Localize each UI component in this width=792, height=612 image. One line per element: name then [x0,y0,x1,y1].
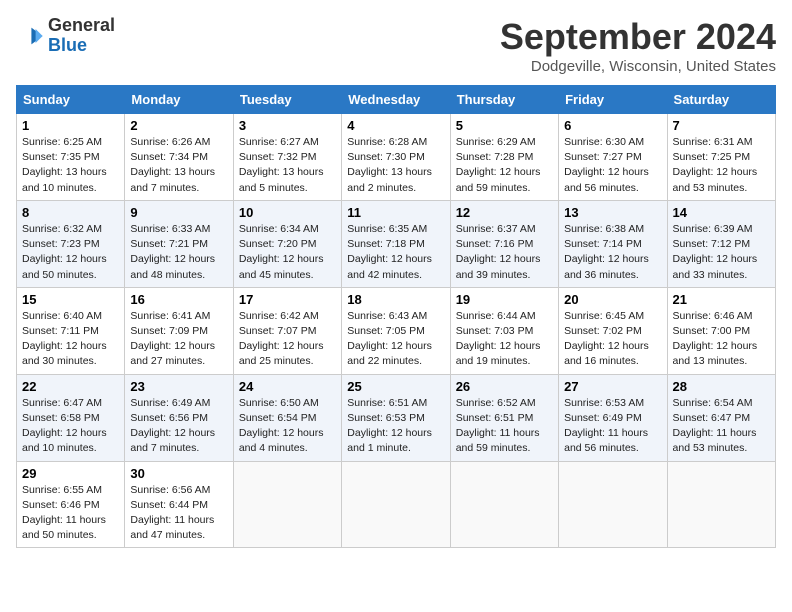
day-cell-29: 29 Sunrise: 6:55 AMSunset: 6:46 PMDaylig… [17,461,125,548]
day-cell-13: 13 Sunrise: 6:38 AMSunset: 7:14 PMDaylig… [559,200,667,287]
week-row-4: 22 Sunrise: 6:47 AMSunset: 6:58 PMDaylig… [17,374,776,461]
week-row-5: 29 Sunrise: 6:55 AMSunset: 6:46 PMDaylig… [17,461,776,548]
title-area: September 2024 Dodgeville, Wisconsin, Un… [500,16,776,75]
logo-icon [16,22,44,50]
day-cell-15: 15 Sunrise: 6:40 AMSunset: 7:11 PMDaylig… [17,287,125,374]
day-cell-24: 24 Sunrise: 6:50 AMSunset: 6:54 PMDaylig… [233,374,341,461]
day-cell-30: 30 Sunrise: 6:56 AMSunset: 6:44 PMDaylig… [125,461,233,548]
week-row-3: 15 Sunrise: 6:40 AMSunset: 7:11 PMDaylig… [17,287,776,374]
day-cell-27: 27 Sunrise: 6:53 AMSunset: 6:49 PMDaylig… [559,374,667,461]
logo-blue-text: Blue [48,36,115,56]
day-cell-17: 17 Sunrise: 6:42 AMSunset: 7:07 PMDaylig… [233,287,341,374]
day-cell-21: 21 Sunrise: 6:46 AMSunset: 7:00 PMDaylig… [667,287,775,374]
day-cell-6: 6 Sunrise: 6:30 AMSunset: 7:27 PMDayligh… [559,114,667,201]
header-tuesday: Tuesday [233,86,341,114]
header-thursday: Thursday [450,86,558,114]
day-cell-20: 20 Sunrise: 6:45 AMSunset: 7:02 PMDaylig… [559,287,667,374]
day-cell-2: 2 Sunrise: 6:26 AMSunset: 7:34 PMDayligh… [125,114,233,201]
empty-cell-5 [667,461,775,548]
day-cell-12: 12 Sunrise: 6:37 AMSunset: 7:16 PMDaylig… [450,200,558,287]
day-cell-19: 19 Sunrise: 6:44 AMSunset: 7:03 PMDaylig… [450,287,558,374]
header-sunday: Sunday [17,86,125,114]
empty-cell-2 [342,461,450,548]
day-cell-25: 25 Sunrise: 6:51 AMSunset: 6:53 PMDaylig… [342,374,450,461]
day-cell-10: 10 Sunrise: 6:34 AMSunset: 7:20 PMDaylig… [233,200,341,287]
empty-cell-4 [559,461,667,548]
week-row-1: 1 Sunrise: 6:25 AMSunset: 7:35 PMDayligh… [17,114,776,201]
day-cell-18: 18 Sunrise: 6:43 AMSunset: 7:05 PMDaylig… [342,287,450,374]
header-monday: Monday [125,86,233,114]
day-cell-22: 22 Sunrise: 6:47 AMSunset: 6:58 PMDaylig… [17,374,125,461]
calendar-table: Sunday Monday Tuesday Wednesday Thursday… [16,85,776,548]
logo: General Blue [16,16,115,56]
day-cell-28: 28 Sunrise: 6:54 AMSunset: 6:47 PMDaylig… [667,374,775,461]
day-cell-16: 16 Sunrise: 6:41 AMSunset: 7:09 PMDaylig… [125,287,233,374]
day-cell-23: 23 Sunrise: 6:49 AMSunset: 6:56 PMDaylig… [125,374,233,461]
empty-cell-1 [233,461,341,548]
day-cell-26: 26 Sunrise: 6:52 AMSunset: 6:51 PMDaylig… [450,374,558,461]
header-friday: Friday [559,86,667,114]
header-saturday: Saturday [667,86,775,114]
day-cell-8: 8 Sunrise: 6:32 AMSunset: 7:23 PMDayligh… [17,200,125,287]
logo-general-text: General [48,16,115,36]
day-cell-7: 7 Sunrise: 6:31 AMSunset: 7:25 PMDayligh… [667,114,775,201]
day-cell-9: 9 Sunrise: 6:33 AMSunset: 7:21 PMDayligh… [125,200,233,287]
day-cell-3: 3 Sunrise: 6:27 AMSunset: 7:32 PMDayligh… [233,114,341,201]
day-cell-14: 14 Sunrise: 6:39 AMSunset: 7:12 PMDaylig… [667,200,775,287]
location-subtitle: Dodgeville, Wisconsin, United States [500,58,776,75]
page-header: General Blue September 2024 Dodgeville, … [16,16,776,75]
day-cell-11: 11 Sunrise: 6:35 AMSunset: 7:18 PMDaylig… [342,200,450,287]
day-cell-1: 1 Sunrise: 6:25 AMSunset: 7:35 PMDayligh… [17,114,125,201]
day-cell-4: 4 Sunrise: 6:28 AMSunset: 7:30 PMDayligh… [342,114,450,201]
week-row-2: 8 Sunrise: 6:32 AMSunset: 7:23 PMDayligh… [17,200,776,287]
calendar-header-row: Sunday Monday Tuesday Wednesday Thursday… [17,86,776,114]
day-cell-5: 5 Sunrise: 6:29 AMSunset: 7:28 PMDayligh… [450,114,558,201]
header-wednesday: Wednesday [342,86,450,114]
empty-cell-3 [450,461,558,548]
month-title: September 2024 [500,16,776,58]
